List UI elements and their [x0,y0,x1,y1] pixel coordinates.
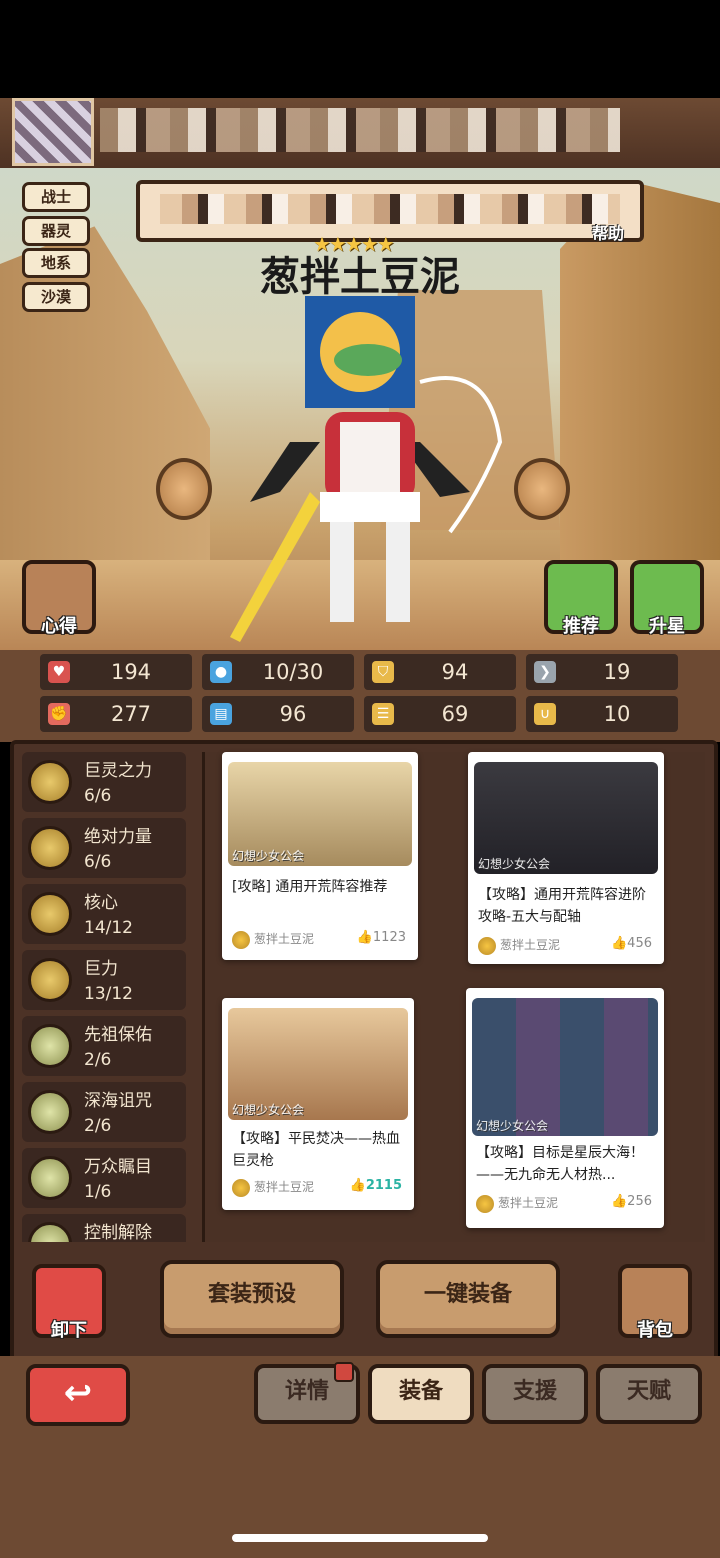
guide-card[interactable]: 幻想少女公会 [攻略] 通用开荒阵容推荐 葱拌土豆泥 👍1123 [222,752,418,960]
star-up-button[interactable]: 升星 [630,560,704,637]
guide-author: 葱拌土豆泥 [478,936,560,955]
preset-button[interactable]: 套装预设 [160,1260,344,1338]
unload-button[interactable]: 卸下 [32,1264,106,1341]
auto-equip-button[interactable]: 一键装备 [376,1260,560,1338]
sword-badge-icon [28,958,72,1002]
help-button[interactable]: 帮助 [592,220,624,244]
guide-thumbnail: 幻想少女公会 [472,998,658,1136]
title-redacted [160,194,620,224]
mana-drop-icon: ● [210,661,232,683]
author-avatar [232,930,250,949]
guide-title: 【攻略】通用开荒阵容进阶攻略-五大与配轴 [478,887,646,925]
notes-button[interactable]: 心得 [22,560,96,637]
thumbs-up-icon: 👍 [610,1194,628,1209]
hero-tag-race[interactable]: 器灵 [22,216,90,246]
guide-likes[interactable]: 👍256 [611,1194,652,1209]
wing-icon: ❯ [534,661,556,683]
hero-tag-class[interactable]: 战士 [22,182,90,212]
set-bonus-item[interactable]: 核心 14/12 [22,884,186,944]
stairs-icon: ☰ [372,703,394,725]
guide-card[interactable]: 幻想少女公会 【攻略】平民焚决——热血巨灵枪 葱拌土豆泥 👍2115 [222,998,414,1210]
author-avatar [478,936,496,955]
guide-thumbnail: 幻想少女公会 [228,762,412,866]
set-bonus-item[interactable]: 控制解除 [22,1214,186,1242]
stat-mana: ● 10/30 [202,654,354,690]
home-indicator[interactable] [232,1534,488,1542]
back-button[interactable]: ↩ [26,1364,130,1426]
player-info-redacted [100,108,620,152]
set-bonus-list[interactable]: 巨灵之力 6/6 绝对力量 6/6 核心 14/12 巨力 13/12 先祖保佑 2/6 … [22,752,190,1242]
stat-speed: ❯ 19 [526,654,678,690]
player-avatar[interactable] [12,98,94,166]
guide-card[interactable]: 幻想少女公会 【攻略】通用开荒阵容进阶攻略-五大与配轴 葱拌土豆泥 👍456 [468,752,664,964]
set-bonus-item[interactable]: 绝对力量 6/6 [22,818,186,878]
stat-hp: ♥ 194 [40,654,192,690]
stat-level: ☰ 69 [364,696,516,732]
guide-title: 【攻略】目标是星辰大海！——无九命无人材热... [476,1145,644,1183]
guide-likes[interactable]: 👍1123 [357,930,406,945]
bag-label: 背包 [637,1320,673,1341]
book-icon: ▤ [210,703,232,725]
shield-badge-icon [28,1222,72,1242]
thumbs-up-icon: 👍 [610,936,628,951]
tab-talent[interactable]: 天赋 [596,1364,702,1424]
stat-attack: ✊ 277 [40,696,192,732]
guide-author: 葱拌土豆泥 [232,930,314,949]
author-avatar [476,1194,494,1213]
unload-label: 卸下 [51,1320,87,1341]
recommend-button[interactable]: 推荐 [544,560,618,637]
guide-author: 葱拌土豆泥 [232,1178,314,1197]
shield-icon: ⛉ [372,661,394,683]
set-bonus-item[interactable]: 万众瞩目 1/6 [22,1148,186,1208]
guide-title: 【攻略】平民焚决——热血巨灵枪 [232,1131,400,1169]
guide-title: [攻略] 通用开荒阵容推荐 [232,879,388,895]
action-bar [14,1250,706,1354]
bag-button[interactable]: 背包 [618,1264,692,1341]
tab-equipment[interactable]: 装备 [368,1364,474,1424]
set-bonus-item[interactable]: 先祖保佑 2/6 [22,1016,186,1076]
hero-character-sprite [230,296,503,642]
curse-badge-icon [28,1090,72,1134]
tab-support[interactable]: 支援 [482,1364,588,1424]
fist-badge-icon [28,826,72,870]
guide-author: 葱拌土豆泥 [476,1194,558,1213]
guide-thumbnail: 幻想少女公会 [474,762,658,874]
guide-likes[interactable]: 👍456 [611,936,652,951]
heart-icon: ♥ [48,661,70,683]
core-badge-icon [28,892,72,936]
recommend-label: 推荐 [563,616,599,637]
stat-magic: ▤ 96 [202,696,354,732]
guide-likes[interactable]: 👍2115 [350,1178,402,1193]
prev-hero-button[interactable] [156,458,212,520]
stat-defense: ⛉ 94 [364,654,516,690]
notification-dot [334,1362,354,1382]
eye-badge-icon [28,1156,72,1200]
status-area [0,0,720,98]
ancestor-badge-icon [28,1024,72,1068]
guide-thumbnail: 幻想少女公会 [228,1008,408,1120]
stat-luck: ∪ 10 [526,696,678,732]
guide-card[interactable]: 幻想少女公会 【攻略】目标是星辰大海！——无九命无人材热... 葱拌土豆泥 👍2… [466,988,664,1228]
next-hero-button[interactable] [514,458,570,520]
set-bonus-item[interactable]: 巨力 13/12 [22,950,186,1010]
horseshoe-icon: ∪ [534,703,556,725]
star-up-label: 升星 [649,616,685,637]
thumbs-up-icon: 👍 [349,1178,366,1193]
set-bonus-item[interactable]: 深海诅咒 2/6 [22,1082,186,1142]
set-bonus-item[interactable]: 巨灵之力 6/6 [22,752,186,812]
fist-icon: ✊ [48,703,70,725]
notes-label: 心得 [41,616,77,637]
thumbs-up-icon: 👍 [356,930,373,945]
author-avatar [232,1178,250,1197]
fist-badge-icon [28,760,72,804]
